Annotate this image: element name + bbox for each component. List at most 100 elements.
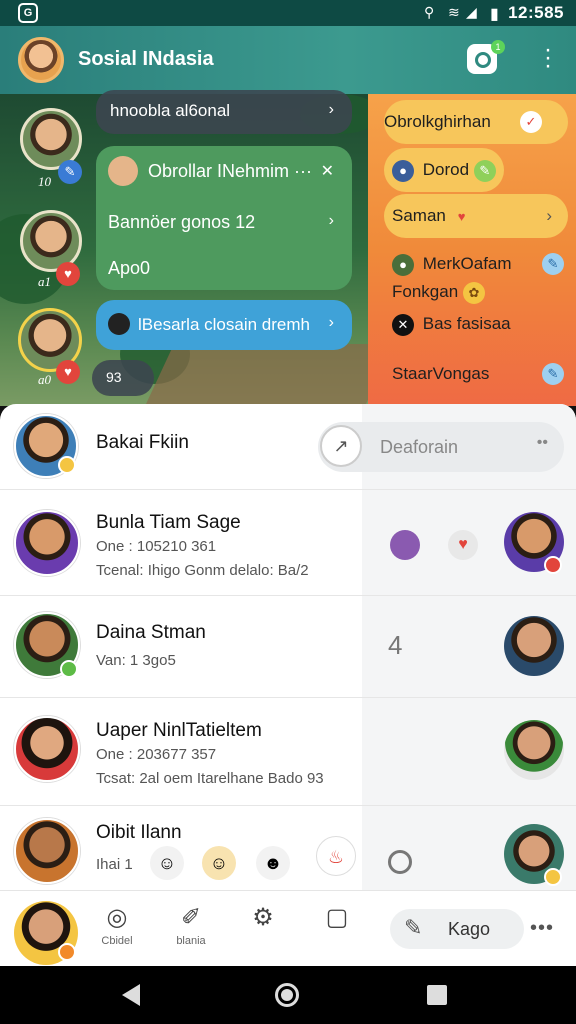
- heart-icon: ♥: [457, 208, 466, 224]
- chat-badge: 1: [491, 40, 505, 54]
- overflow-menu-icon[interactable]: · · ·: [540, 38, 556, 78]
- kago-button[interactable]: ✎ Kago: [390, 909, 524, 949]
- nav-label: blania: [176, 935, 206, 947]
- status-badge: [544, 556, 562, 574]
- close-icon[interactable]: ✕: [321, 161, 334, 181]
- contact-detail: Tcsat: 2al oem Itarelhane Bado 93: [96, 770, 324, 787]
- chat-bubble[interactable]: hnoobla al6onal ›: [96, 90, 352, 134]
- wooden-bridge: [146, 344, 394, 404]
- emoji-reaction-icon[interactable]: ☺: [150, 846, 184, 880]
- clock: 12:585: [508, 3, 564, 22]
- bubble-line: Bannöer gonos 12: [108, 212, 256, 232]
- feather-icon: ✎: [404, 915, 423, 940]
- nav-item-square[interactable]: ▢: [312, 905, 362, 933]
- pencil-icon: ✎: [473, 159, 496, 182]
- list-item[interactable]: Uaper NinlTatieltem One : 203677 357 Tcs…: [0, 698, 576, 806]
- bottom-navigation: ◎ Cbidel ✐ blania ⚙ ▢ ✎ Kago •••: [0, 890, 576, 966]
- emoji-icon: ✿: [462, 281, 485, 304]
- contact-detail: Ihai 1: [96, 856, 133, 873]
- signal-icon: ◢: [466, 4, 477, 20]
- app-notification-icon: G: [18, 3, 38, 23]
- chevron-right-icon: ›: [328, 101, 334, 118]
- avatar[interactable]: [504, 720, 564, 780]
- avatar: [108, 313, 130, 335]
- more-icon[interactable]: •••: [530, 917, 554, 940]
- side-item-label: Saman: [392, 206, 446, 225]
- close-icon: ✕: [392, 313, 414, 336]
- list-item[interactable]: Bunla Tiam Sage One : 105210 361 Tcenal:…: [0, 490, 576, 596]
- pin-icon[interactable]: ♥: [448, 530, 478, 560]
- kago-label: Kago: [448, 919, 491, 939]
- status-badge: [544, 868, 562, 886]
- circle-icon: ◎: [106, 904, 128, 931]
- side-item[interactable]: ● Dorod ✎: [392, 148, 500, 192]
- wifi-icon: ⚲: [424, 4, 435, 20]
- player-label-3: a0: [38, 372, 51, 387]
- contact-detail: Van: 1 3go5: [96, 652, 176, 669]
- contact-name: Daina Stman: [96, 622, 206, 643]
- app-title: Sosial INdasia: [78, 48, 214, 70]
- list-item[interactable]: Daina Stman Van: 1 3go5 4: [0, 596, 576, 698]
- chevron-right-icon: ›: [328, 212, 334, 229]
- app-bar: Sosial INdasia 1 · · ·: [0, 26, 576, 94]
- list-item[interactable]: Oibit Ilann Ihai 1 ☺ ☺ ☻ ♨: [0, 806, 576, 890]
- chat-bubble-group[interactable]: Obrollar INehmim ··· ✕ Bannöer gonos 12 …: [96, 146, 352, 290]
- more-icon[interactable]: ••: [537, 434, 548, 452]
- avatar: ●: [392, 159, 414, 182]
- search-placeholder: Deaforain: [380, 437, 459, 457]
- bubble-line: Apo0: [108, 258, 151, 278]
- profile-avatar[interactable]: [18, 37, 64, 83]
- avatar: [14, 716, 80, 782]
- player-label-1: 10: [38, 174, 51, 189]
- contact-detail: Tcenal: Ihigo Gonm delalo: Ba/2: [96, 562, 309, 579]
- side-item-label: Dorod: [422, 160, 470, 179]
- heart-icon: ♥: [56, 262, 80, 286]
- nav-item-cbidel[interactable]: ◎ Cbidel: [92, 904, 142, 948]
- paint-icon: ✐: [180, 904, 202, 931]
- pencil-icon: ✎: [542, 253, 564, 275]
- side-item[interactable]: Obrolkghirhan ✓: [384, 100, 568, 144]
- back-icon[interactable]: [122, 984, 140, 1006]
- avatar: [108, 156, 138, 186]
- emoji-reaction-icon[interactable]: ☺: [202, 846, 236, 880]
- compass-icon[interactable]: [388, 850, 412, 874]
- heart-icon: ♥: [56, 360, 80, 384]
- contact-name: Uaper NinlTatieltem: [96, 720, 262, 741]
- nav-item-blania[interactable]: ✐ blania: [166, 904, 216, 948]
- vibrate-icon: ≋: [448, 4, 460, 20]
- avatar[interactable]: [504, 616, 564, 676]
- game-bubble-text: lBesarla closain dremh: [138, 315, 310, 334]
- contact-name: Bakai Fkiin: [96, 432, 189, 453]
- nav-item-settings[interactable]: ⚙: [238, 905, 288, 933]
- pencil-icon: ✎: [542, 363, 564, 385]
- chevron-right-icon: ›: [328, 314, 334, 331]
- recents-icon[interactable]: [427, 985, 447, 1005]
- emoji-reaction-icon[interactable]: ☻: [256, 846, 290, 880]
- arrow-icon[interactable]: ↗: [320, 425, 362, 467]
- side-item[interactable]: StaarVongas ✎: [392, 352, 568, 396]
- bubble-count: 93: [106, 369, 122, 385]
- status-badge: [58, 943, 76, 961]
- mini-avatar[interactable]: [390, 530, 420, 560]
- list-item[interactable]: Bakai Fkiin ↗ Deaforain ••: [0, 404, 576, 490]
- player-label-2: a1: [38, 274, 51, 289]
- check-icon: ✓: [520, 111, 542, 133]
- fire-reaction-icon[interactable]: ♨: [316, 836, 356, 876]
- pencil-icon: ✎: [58, 160, 82, 184]
- side-panel: Obrolkghirhan ✓ ● Dorod ✎ Saman ♥ › ● Me…: [368, 94, 576, 406]
- contact-list-sheet: Bakai Fkiin ↗ Deaforain •• Bunla Tiam Sa…: [0, 404, 576, 890]
- home-icon[interactable]: [275, 983, 299, 1007]
- avatar: [14, 510, 80, 576]
- chat-bubble-small[interactable]: 93: [92, 360, 154, 396]
- side-item-label: Obrolkghirhan: [384, 112, 491, 131]
- status-badge: [60, 660, 78, 678]
- unread-count: 4: [388, 630, 403, 660]
- search-field[interactable]: ↗ Deaforain ••: [318, 422, 564, 472]
- side-item-label: Fonkgan: [392, 282, 459, 301]
- game-bubble-text: hnoobla al6onal: [110, 101, 231, 120]
- chat-bubble[interactable]: lBesarla closain dremh ›: [96, 300, 352, 350]
- side-item-label: Bas fasisaa: [422, 314, 511, 333]
- contact-detail: One : 203677 357: [96, 746, 217, 763]
- side-item[interactable]: Saman ♥ ›: [392, 194, 552, 238]
- side-item[interactable]: ✕ Bas fasisaa: [392, 302, 511, 346]
